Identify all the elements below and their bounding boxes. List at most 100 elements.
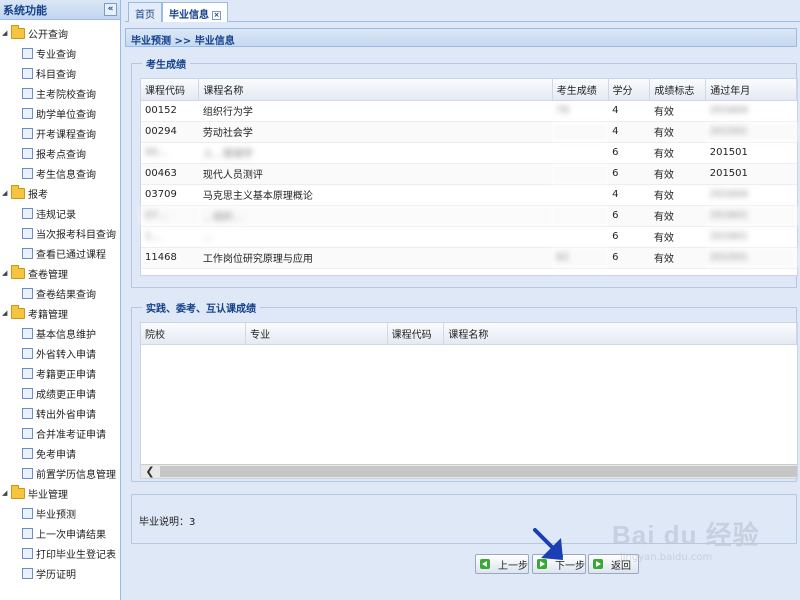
table-cell: … bbox=[198, 226, 553, 248]
sidebar-group[interactable]: ◢ 考籍管理 bbox=[0, 303, 120, 323]
page-icon bbox=[22, 447, 33, 459]
sidebar-group[interactable]: ◢ 查卷管理 bbox=[0, 263, 120, 283]
page-icon bbox=[22, 327, 33, 339]
page-icon bbox=[22, 87, 33, 99]
sidebar-item[interactable]: 专业查询 bbox=[0, 43, 120, 63]
sidebar-group-label: 考籍管理 bbox=[28, 309, 68, 321]
sidebar-item[interactable]: 外省转入申请 bbox=[0, 343, 120, 363]
practice-column-header[interactable]: 专业 bbox=[245, 323, 388, 345]
table-cell bbox=[552, 121, 609, 143]
collapse-icon[interactable]: « bbox=[104, 3, 117, 16]
table-cell: 201501 bbox=[705, 247, 797, 269]
page-icon bbox=[22, 547, 33, 559]
table-cell: 62 bbox=[552, 247, 609, 269]
sidebar-item[interactable]: 查卷结果查询 bbox=[0, 283, 120, 303]
sidebar-group-label: 公开查询 bbox=[28, 29, 68, 41]
scores-column-header[interactable]: 成绩标志 bbox=[649, 79, 707, 101]
sidebar-item-label: 报考点查询 bbox=[36, 149, 86, 161]
table-cell: …组织… bbox=[198, 205, 553, 227]
table-row[interactable]: 07… …组织… 6 有效 201601 bbox=[141, 205, 797, 227]
sidebar-item-label: 助学单位查询 bbox=[36, 109, 96, 121]
expand-triangle-icon[interactable]: ◢ bbox=[2, 309, 10, 317]
sidebar-item[interactable]: 考生信息查询 bbox=[0, 163, 120, 183]
sidebar-item[interactable]: 查看已通过课程 bbox=[0, 243, 120, 263]
sidebar-group[interactable]: ◢ 毕业管理 bbox=[0, 483, 120, 503]
page-icon bbox=[22, 507, 33, 519]
sidebar-item[interactable]: 合并准考证申请 bbox=[0, 423, 120, 443]
scroll-left-icon[interactable]: ❮ bbox=[141, 465, 159, 478]
table-cell: 11468 bbox=[141, 247, 199, 269]
sidebar-item-label: 查卷结果查询 bbox=[36, 289, 96, 301]
table-cell: 有效 bbox=[649, 142, 706, 164]
sidebar-item[interactable]: 上一次申请结果 bbox=[0, 523, 120, 543]
tab-home[interactable]: 首页 bbox=[128, 2, 162, 22]
sidebar-item[interactable]: 毕业预测 bbox=[0, 503, 120, 523]
sidebar-item[interactable]: 科目查询 bbox=[0, 63, 120, 83]
table-cell: 组织行为学 bbox=[198, 100, 553, 122]
sidebar-item[interactable]: 开考课程查询 bbox=[0, 123, 120, 143]
scores-column-header[interactable]: 通过年月 bbox=[705, 79, 797, 101]
table-cell: 201501 bbox=[705, 163, 797, 185]
tab-home-label: 首页 bbox=[135, 10, 155, 21]
sidebar-item[interactable]: 打印毕业生登记表 bbox=[0, 543, 120, 563]
table-row[interactable]: 00294 劳动社会学 4 有效 201501 bbox=[141, 121, 797, 143]
tab-graduation-info[interactable]: 毕业信息 × bbox=[162, 2, 228, 22]
scores-column-header[interactable]: 课程名称 bbox=[198, 79, 553, 101]
sidebar-item[interactable]: 学历证明 bbox=[0, 563, 120, 583]
practice-column-header[interactable]: 课程名称 bbox=[443, 323, 797, 345]
sidebar-item[interactable]: 违规记录 bbox=[0, 203, 120, 223]
close-icon[interactable]: × bbox=[212, 11, 221, 20]
sidebar-item[interactable]: 转出外省申请 bbox=[0, 403, 120, 423]
table-cell bbox=[552, 184, 609, 206]
page-icon bbox=[22, 287, 33, 299]
sidebar-item[interactable]: 助学单位查询 bbox=[0, 103, 120, 123]
sidebar-item-label: 专业查询 bbox=[36, 49, 76, 61]
page-icon bbox=[22, 467, 33, 479]
sidebar-item-label: 查看已通过课程 bbox=[36, 249, 106, 261]
table-row[interactable]: 1…… 6 有效 201601 bbox=[141, 226, 797, 248]
sidebar-item-label: 打印毕业生登记表 bbox=[36, 549, 116, 561]
expand-triangle-icon[interactable]: ◢ bbox=[2, 29, 10, 37]
sidebar-item-label: 转出外省申请 bbox=[36, 409, 96, 421]
practice-column-header[interactable]: 院校 bbox=[141, 323, 247, 345]
page-icon bbox=[22, 107, 33, 119]
tab-bar: 首页 毕业信息 × bbox=[125, 0, 800, 22]
sidebar-item[interactable]: 考籍更正申请 bbox=[0, 363, 120, 383]
scores-column-header[interactable]: 学分 bbox=[608, 79, 651, 101]
table-cell: 有效 bbox=[649, 184, 706, 206]
expand-triangle-icon[interactable]: ◢ bbox=[2, 269, 10, 277]
table-row[interactable]: 11468 工作岗位研究原理与应用 62 6 有效 201501 bbox=[141, 247, 797, 269]
table-row[interactable]: 00152 组织行为学 76 4 有效 201604 bbox=[141, 100, 797, 122]
expand-triangle-icon[interactable]: ◢ bbox=[2, 189, 10, 197]
table-cell: 6 bbox=[608, 247, 650, 269]
scores-column-header[interactable]: 考生成绩 bbox=[552, 79, 609, 101]
practice-column-header[interactable]: 课程代码 bbox=[387, 323, 445, 345]
table-row[interactable]: 00463 现代人员测评 6 有效 201501 bbox=[141, 163, 797, 185]
sidebar-item[interactable]: 主考院校查询 bbox=[0, 83, 120, 103]
table-cell bbox=[552, 142, 609, 164]
table-cell: 1… bbox=[141, 226, 199, 248]
scores-column-header[interactable]: 课程代码 bbox=[141, 79, 200, 101]
sidebar-item[interactable]: 报考点查询 bbox=[0, 143, 120, 163]
sidebar-item[interactable]: 当次报考科目查询 bbox=[0, 223, 120, 243]
sidebar-group-label: 毕业管理 bbox=[28, 489, 68, 501]
sidebar-group[interactable]: ◢ 公开查询 bbox=[0, 23, 120, 43]
prev-button[interactable]: 上一步 bbox=[475, 554, 529, 574]
sidebar-item[interactable]: 基本信息维护 bbox=[0, 323, 120, 343]
pointer-arrow-icon bbox=[533, 528, 563, 560]
sidebar-item[interactable]: 免考申请 bbox=[0, 443, 120, 463]
scroll-thumb[interactable] bbox=[160, 466, 797, 477]
sidebar-group[interactable]: ◢ 报考 bbox=[0, 183, 120, 203]
expand-triangle-icon[interactable]: ◢ bbox=[2, 489, 10, 497]
table-row[interactable]: 00… 人…管理学 6 有效 201501 bbox=[141, 142, 797, 164]
table-cell: 4 bbox=[608, 100, 650, 122]
sidebar-header: 系统功能 « bbox=[0, 0, 120, 20]
sidebar-item-label: 学历证明 bbox=[36, 569, 76, 581]
sidebar-item[interactable]: 成绩更正申请 bbox=[0, 383, 120, 403]
table-row[interactable]: 03709 马克思主义基本原理概论 4 有效 201604 bbox=[141, 184, 797, 206]
folder-icon bbox=[11, 264, 25, 279]
horizontal-scrollbar[interactable]: ❮ bbox=[141, 464, 797, 478]
nav-tree: ◢ 公开查询专业查询科目查询 主考院校查询助学单位查询 开考课程查询 报考点查询考生信息… bbox=[0, 20, 120, 583]
sidebar-item-label: 开考课程查询 bbox=[36, 129, 96, 141]
sidebar-item[interactable]: 前置学历信息管理 bbox=[0, 463, 120, 483]
